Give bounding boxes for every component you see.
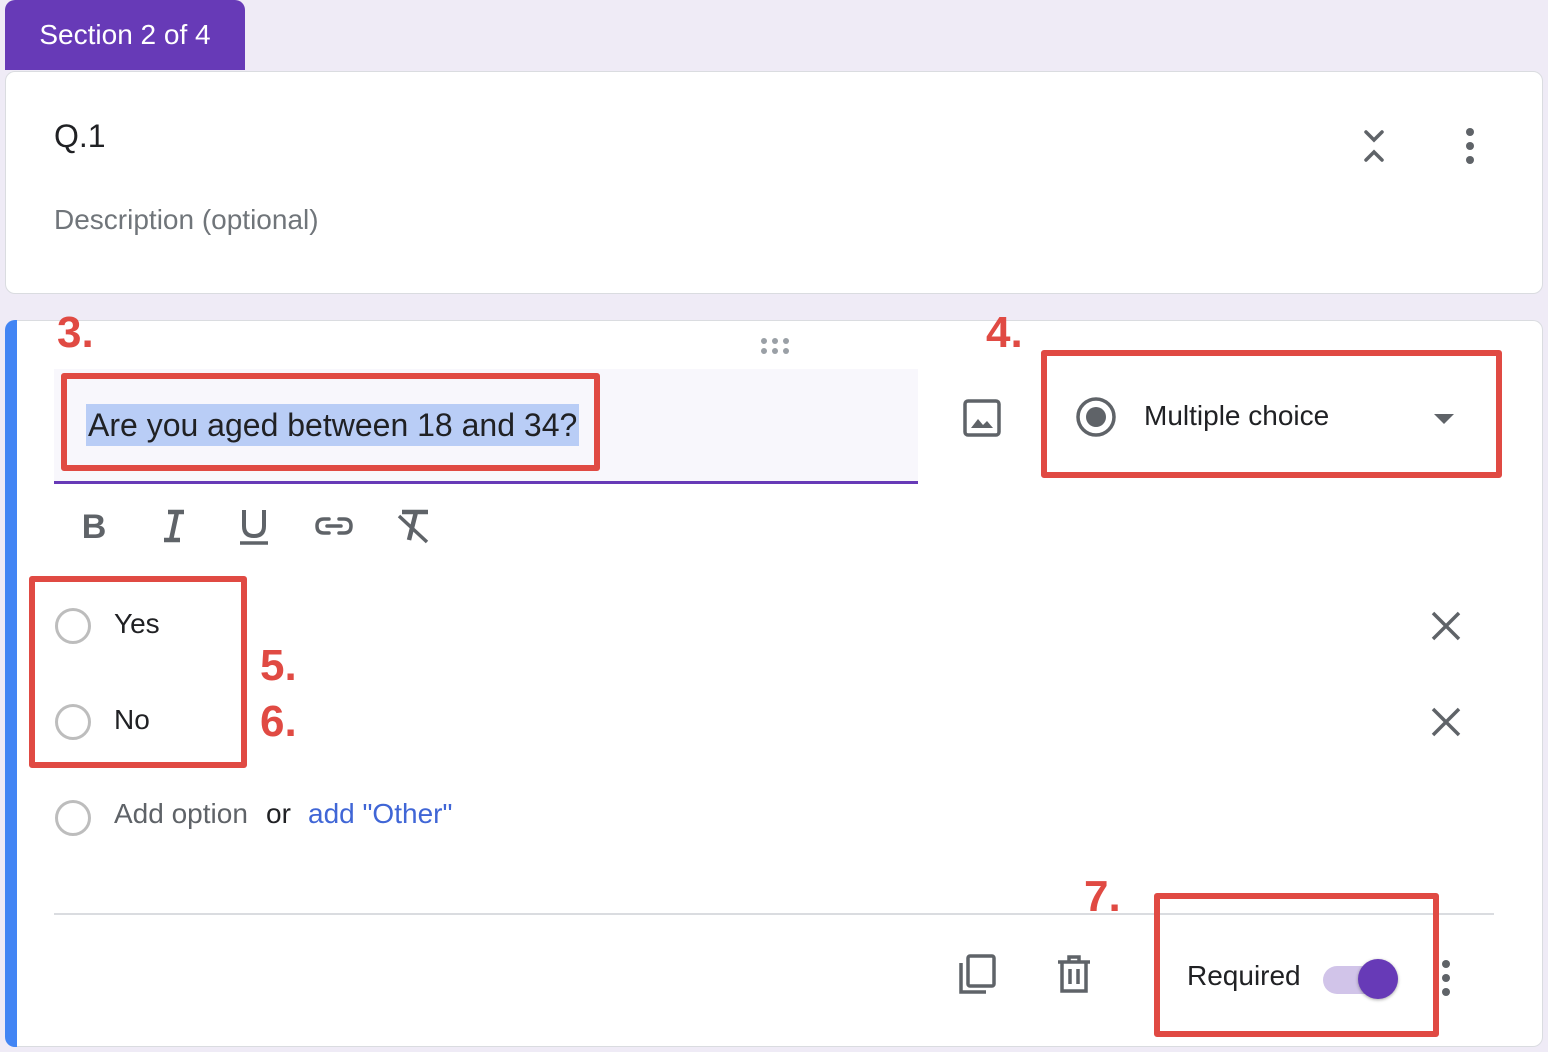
annotation-box-3 <box>61 373 600 471</box>
annotation-number-5: 5. <box>260 641 297 690</box>
section-title[interactable]: Q.1 <box>54 118 106 155</box>
drag-handle-icon[interactable] <box>758 336 794 356</box>
or-label: or <box>266 798 291 829</box>
add-option-radio-icon <box>55 800 91 836</box>
bold-icon[interactable]: B <box>74 506 114 546</box>
annotation-box-5-6 <box>29 576 247 768</box>
annotation-number-3: 3. <box>57 308 94 357</box>
add-other-link[interactable]: add "Other" <box>308 798 452 830</box>
section-tab: Section 2 of 4 <box>5 0 245 70</box>
section-header-card <box>5 71 1543 294</box>
italic-icon[interactable] <box>154 506 194 546</box>
underline-icon[interactable] <box>234 506 274 546</box>
delete-icon[interactable] <box>1054 953 1094 995</box>
annotation-box-7 <box>1154 893 1439 1037</box>
annotation-box-4 <box>1041 350 1502 478</box>
close-icon[interactable] <box>1428 608 1464 644</box>
active-card-indicator <box>5 320 17 1047</box>
close-icon[interactable] <box>1428 704 1464 740</box>
collapse-icon[interactable] <box>1356 126 1392 166</box>
annotation-number-6: 6. <box>260 697 297 746</box>
copy-icon[interactable] <box>956 953 998 995</box>
clear-format-icon[interactable] <box>394 506 434 546</box>
svg-text:B: B <box>82 508 107 546</box>
annotation-number-7: 7. <box>1084 872 1121 921</box>
add-image-icon[interactable] <box>962 398 1002 438</box>
add-option-field[interactable]: Add option <box>114 798 248 830</box>
annotation-number-4: 4. <box>986 308 1023 357</box>
more-vert-icon[interactable] <box>1456 124 1484 168</box>
link-icon[interactable] <box>314 506 354 546</box>
section-description-field[interactable]: Description (optional) <box>54 204 319 236</box>
